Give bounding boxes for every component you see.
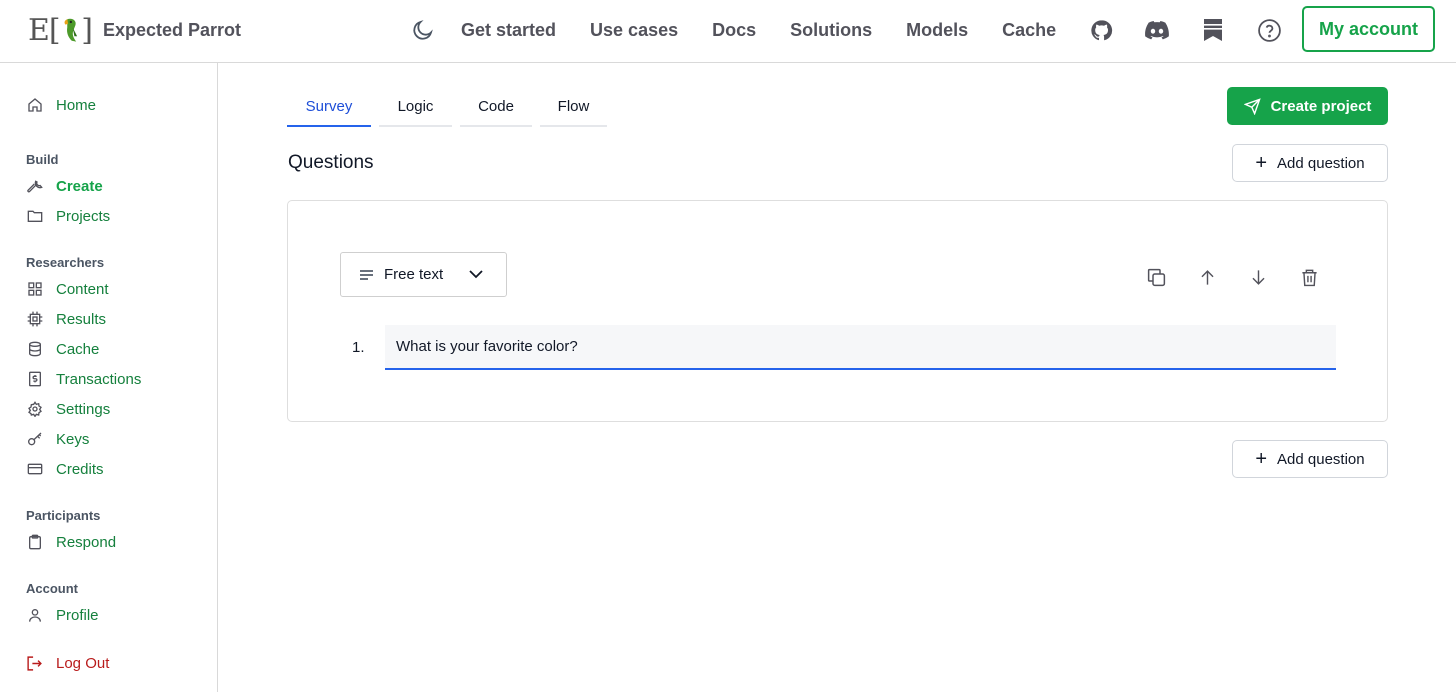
tab-flow[interactable]: Flow — [540, 88, 607, 127]
sidebar-item-keys[interactable]: Keys — [26, 428, 89, 450]
help-question-icon[interactable] — [1256, 17, 1282, 43]
key-icon — [26, 431, 43, 448]
sidebar-label-settings: Settings — [56, 400, 111, 418]
brand-name[interactable]: Expected Parrot — [103, 20, 241, 41]
sidebar-label-keys: Keys — [56, 430, 90, 448]
question-type-select[interactable]: Free text — [340, 252, 507, 297]
nav-docs[interactable]: Docs — [712, 20, 756, 41]
sidebar-label-home: Home — [56, 96, 97, 114]
add-question-label: Add question — [1277, 154, 1365, 172]
questions-title: Questions — [288, 152, 374, 173]
send-icon — [1243, 97, 1261, 115]
add-question-button-top[interactable]: + Add question — [1232, 144, 1388, 182]
add-question-button-bottom[interactable]: + Add question — [1232, 440, 1388, 478]
nav-solutions[interactable]: Solutions — [790, 20, 872, 41]
sidebar-label-transactions: Transactions — [56, 370, 142, 388]
sidebar-item-results[interactable]: Results — [26, 308, 106, 330]
my-account-button[interactable]: My account — [1302, 6, 1435, 52]
sidebar-label-projects: Projects — [56, 207, 111, 225]
sidebar-label-create: Create — [56, 177, 103, 195]
question-text-input[interactable] — [385, 325, 1336, 370]
sidebar-item-cache[interactable]: Cache — [26, 338, 99, 360]
sidebar-item-create[interactable]: Create — [26, 175, 103, 197]
logo-bracket-right: ] — [81, 12, 93, 48]
sidebar-item-transactions[interactable]: Transactions — [26, 368, 141, 390]
sidebar-label-logout: Log Out — [56, 654, 110, 672]
chevron-down-icon — [469, 270, 483, 279]
user-icon — [26, 607, 43, 624]
nav-get-started[interactable]: Get started — [461, 20, 556, 41]
sidebar-heading-build: Build — [26, 152, 59, 167]
sidebar-item-credits[interactable]: Credits — [26, 458, 104, 480]
arrow-down-icon[interactable] — [1246, 265, 1270, 289]
create-project-label: Create project — [1270, 97, 1372, 115]
database-icon — [26, 341, 43, 358]
folder-icon — [26, 208, 43, 225]
sidebar-label-content: Content — [56, 280, 109, 298]
trash-icon[interactable] — [1297, 265, 1321, 289]
plus-icon: + — [1255, 448, 1268, 470]
sidebar-item-profile[interactable]: Profile — [26, 604, 99, 626]
discord-icon[interactable] — [1144, 17, 1170, 43]
sidebar-heading-account: Account — [26, 581, 78, 596]
sidebar-item-projects[interactable]: Projects — [26, 205, 110, 227]
logout-icon — [26, 655, 43, 672]
sidebar-label-cache: Cache — [56, 340, 100, 358]
sidebar-item-content[interactable]: Content — [26, 278, 109, 300]
receipt-dollar-icon — [26, 371, 43, 388]
credit-card-icon — [26, 461, 43, 478]
brand[interactable]: E[ ] Expected Parrot — [28, 10, 241, 50]
question-number: 1. — [352, 339, 365, 356]
sidebar-item-logout[interactable]: Log Out — [26, 652, 109, 674]
sidebar: Home Build Create Projects Researchers C… — [0, 63, 218, 692]
grid-icon — [26, 281, 43, 298]
sidebar-heading-researchers: Researchers — [26, 255, 105, 270]
sidebar-label-results: Results — [56, 310, 107, 328]
nav-use-cases[interactable]: Use cases — [590, 20, 678, 41]
dark-mode-moon-icon[interactable] — [410, 17, 436, 43]
main-nav: Get started Use cases Docs Solutions Mod… — [410, 14, 1282, 46]
question-actions — [1144, 265, 1348, 289]
github-icon[interactable] — [1088, 17, 1114, 43]
editor-tabs: Survey Logic Code Flow — [287, 88, 615, 127]
sidebar-label-credits: Credits — [56, 460, 104, 478]
chip-icon — [26, 311, 43, 328]
home-icon — [26, 97, 43, 114]
create-project-button[interactable]: Create project — [1227, 87, 1388, 125]
tab-logic[interactable]: Logic — [379, 88, 452, 127]
wrench-icon — [26, 178, 43, 195]
clipboard-icon — [26, 534, 43, 551]
text-lines-icon — [360, 269, 373, 280]
sidebar-label-profile: Profile — [56, 606, 99, 624]
question-type-label: Free text — [384, 266, 444, 283]
sidebar-item-home[interactable]: Home — [26, 94, 96, 116]
sidebar-item-respond[interactable]: Respond — [26, 531, 116, 553]
question-card: Free text 1. — [287, 200, 1388, 422]
bookmark-ribbon-icon[interactable] — [1200, 17, 1226, 43]
parrot-icon — [64, 18, 77, 42]
add-question-label: Add question — [1277, 450, 1365, 468]
arrow-up-icon[interactable] — [1195, 265, 1219, 289]
sidebar-item-settings[interactable]: Settings — [26, 398, 110, 420]
tab-code[interactable]: Code — [460, 88, 532, 127]
plus-icon: + — [1255, 152, 1268, 174]
tab-survey[interactable]: Survey — [287, 88, 371, 127]
logo-bracket-left: E[ — [28, 12, 61, 48]
sidebar-label-respond: Respond — [56, 533, 117, 551]
brand-logo[interactable]: E[ ] — [28, 12, 93, 48]
sidebar-heading-participants: Participants — [26, 508, 101, 523]
nav-cache[interactable]: Cache — [1002, 20, 1056, 41]
top-navbar: E[ ] Expected Parrot Get started Use cas… — [0, 0, 1456, 63]
nav-models[interactable]: Models — [906, 20, 968, 41]
duplicate-icon[interactable] — [1144, 265, 1168, 289]
gear-icon — [26, 401, 43, 418]
